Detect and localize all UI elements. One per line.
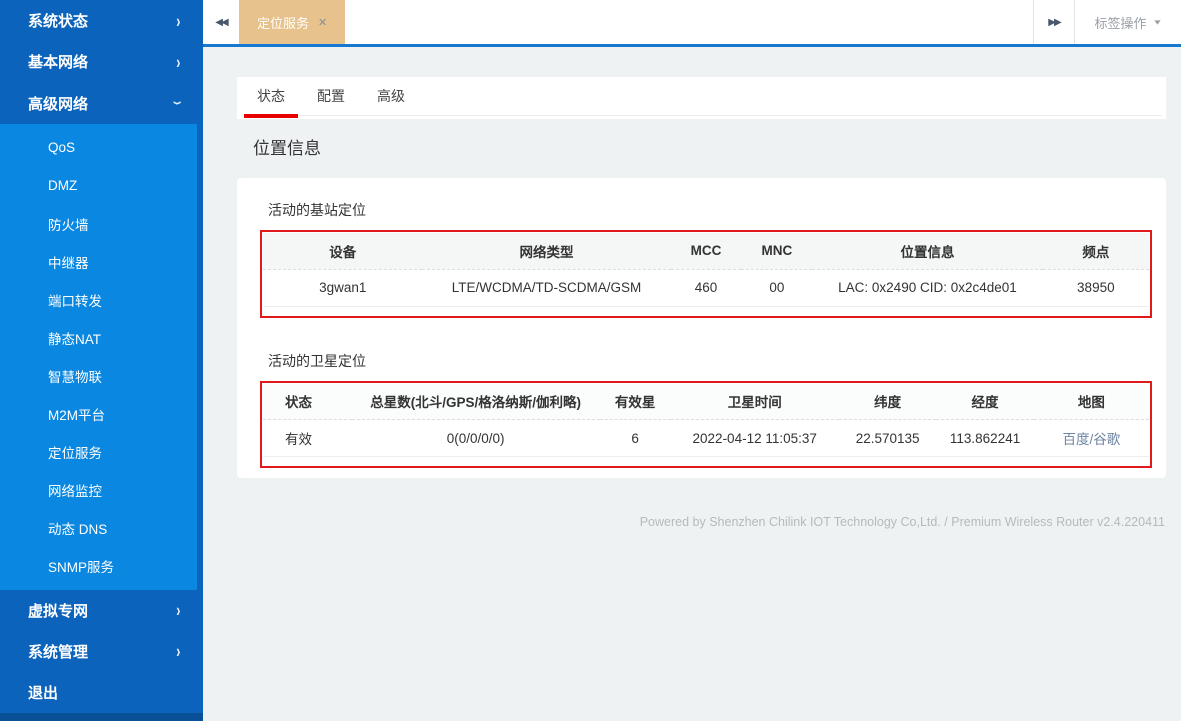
column-header-map: 地图	[1034, 384, 1149, 420]
location-info-card: 活动的基站定位 设备 网络类型 MCC	[237, 178, 1166, 478]
document-tabbar: ◀◀ 定位服务 ✕ ▶▶ 标签操作 ▼	[203, 0, 1181, 47]
sidebar-item-port-forwarding[interactable]: 端口转发	[0, 281, 197, 319]
cell-status: 有效	[263, 420, 352, 457]
sidebar-item-firewall[interactable]: 防火墙	[0, 205, 197, 243]
cell-location-info: LAC: 0x2490 CID: 0x2c4de01	[812, 269, 1042, 306]
page-title: 位置信息	[253, 134, 1166, 159]
sidebar-item-label: 基本网络	[28, 51, 88, 72]
column-header-mnc: MNC	[741, 233, 812, 269]
base-station-section-title: 活动的基站定位	[268, 200, 1152, 220]
sidebar-item-qos[interactable]: QoS	[0, 129, 197, 167]
main-area: ◀◀ 定位服务 ✕ ▶▶ 标签操作 ▼ 状态 配置 高	[203, 0, 1181, 721]
app-window: 系统状态 › 基本网络 › 高级网络 › QoS DMZ 防火墙 中继器 端口转…	[0, 0, 1181, 721]
advanced-network-submenu: QoS DMZ 防火墙 中继器 端口转发 静态NAT 智慧物联 M2M平台 定位…	[0, 124, 197, 590]
sidebar-item-label: 系统管理	[28, 641, 88, 662]
chevron-right-icon: ›	[177, 10, 181, 31]
sidebar-item-network-monitoring[interactable]: 网络监控	[0, 471, 197, 509]
satellite-data-row: 有效 0(0/0/0/0) 6 2022-04-12 11:05:37 22.5…	[263, 420, 1149, 457]
tag-operations-label: 标签操作	[1095, 13, 1147, 32]
sidebar-item-label: 虚拟专网	[28, 600, 88, 621]
tab-config[interactable]: 配置	[313, 77, 349, 115]
sidebar-item-system-management[interactable]: 系统管理 ›	[0, 631, 203, 672]
column-header-status: 状态	[263, 384, 352, 420]
cell-latitude: 22.570135	[839, 420, 936, 457]
sidebar-bottom-strip	[0, 713, 203, 721]
chevron-right-icon: ›	[177, 51, 181, 72]
column-header-total-satellites: 总星数(北斗/GPS/格洛纳斯/伽利略)	[352, 384, 600, 420]
cell-satellite-time: 2022-04-12 11:05:37	[671, 420, 839, 457]
powered-by-footer: Powered by Shenzhen Chilink IOT Technolo…	[237, 515, 1166, 529]
satellite-header-row: 状态 总星数(北斗/GPS/格洛纳斯/伽利略) 有效星 卫星时间 纬度 经度 地…	[263, 384, 1149, 420]
sidebar-item-vpn[interactable]: 虚拟专网 ›	[0, 590, 203, 631]
tab-status[interactable]: 状态	[253, 77, 289, 115]
sidebar-item-dynamic-dns[interactable]: 动态 DNS	[0, 509, 197, 547]
page-content: 状态 配置 高级 位置信息 活动的基站定位	[203, 47, 1181, 529]
column-header-mcc: MCC	[671, 233, 742, 269]
sidebar-item-logout[interactable]: 退出	[0, 672, 203, 713]
sidebar-item-repeater[interactable]: 中继器	[0, 243, 197, 281]
chevron-down-icon: ›	[168, 101, 189, 105]
sidebar-item-dmz[interactable]: DMZ	[0, 167, 197, 205]
double-chevron-right-icon: ▶▶	[1048, 17, 1059, 28]
close-icon[interactable]: ✕	[318, 16, 327, 29]
cell-valid-satellites: 6	[600, 420, 671, 457]
cell-mnc: 00	[741, 269, 812, 306]
base-station-section: 活动的基站定位 设备 网络类型 MCC	[260, 200, 1152, 318]
sidebar-item-basic-network[interactable]: 基本网络 ›	[0, 41, 203, 82]
base-station-annotation-box: 设备 网络类型 MCC MNC 位置信息 频点 3gwa	[260, 230, 1152, 318]
tab-advanced[interactable]: 高级	[373, 77, 409, 115]
doc-tab-location-service[interactable]: 定位服务 ✕	[239, 0, 345, 44]
sidebar-item-static-nat[interactable]: 静态NAT	[0, 319, 197, 357]
sidebar-item-smart-iot[interactable]: 智慧物联	[0, 357, 197, 395]
column-header-frequency: 频点	[1043, 233, 1149, 269]
base-station-header-row: 设备 网络类型 MCC MNC 位置信息 频点	[263, 233, 1149, 269]
doc-tab-label: 定位服务	[257, 13, 309, 32]
map-links-baidu-google[interactable]: 百度/谷歌	[1034, 420, 1149, 457]
column-header-network-type: 网络类型	[422, 233, 670, 269]
scroll-tabs-right-button[interactable]: ▶▶	[1034, 0, 1074, 44]
tag-operations-dropdown[interactable]: 标签操作 ▼	[1075, 0, 1181, 44]
satellite-table: 状态 总星数(北斗/GPS/格洛纳斯/伽利略) 有效星 卫星时间 纬度 经度 地…	[263, 384, 1149, 458]
cell-longitude: 113.862241	[936, 420, 1033, 457]
satellite-section: 活动的卫星定位 状态 总星数(北斗/GPS/格洛纳斯/伽利略)	[260, 351, 1152, 469]
column-header-location-info: 位置信息	[812, 233, 1042, 269]
view-tabs-strip: 状态 配置 高级	[237, 77, 1166, 119]
column-header-valid-satellites: 有效星	[600, 384, 671, 420]
sidebar-item-label: 退出	[28, 682, 58, 703]
cell-total-satellites: 0(0/0/0/0)	[352, 420, 600, 457]
base-station-table: 设备 网络类型 MCC MNC 位置信息 频点 3gwa	[263, 233, 1149, 307]
sidebar-item-system-status[interactable]: 系统状态 ›	[0, 0, 203, 41]
base-station-data-row: 3gwan1 LTE/WCDMA/TD-SCDMA/GSM 460 00 LAC…	[263, 269, 1149, 306]
scroll-tabs-left-button[interactable]: ◀◀	[203, 0, 239, 44]
sidebar-nav: 系统状态 › 基本网络 › 高级网络 › QoS DMZ 防火墙 中继器 端口转…	[0, 0, 203, 721]
sidebar-item-m2m-platform[interactable]: M2M平台	[0, 395, 197, 433]
sidebar-item-label: 高级网络	[28, 93, 88, 114]
column-header-latitude: 纬度	[839, 384, 936, 420]
cell-network-type: LTE/WCDMA/TD-SCDMA/GSM	[422, 269, 670, 306]
satellite-section-title: 活动的卫星定位	[268, 351, 1152, 371]
sidebar-item-snmp-service[interactable]: SNMP服务	[0, 547, 197, 585]
sidebar-item-location-service[interactable]: 定位服务	[0, 433, 197, 471]
chevron-right-icon: ›	[177, 600, 181, 621]
chevron-right-icon: ›	[177, 641, 181, 662]
column-header-satellite-time: 卫星时间	[671, 384, 839, 420]
tabbar-spacer	[345, 0, 1033, 44]
cell-mcc: 460	[671, 269, 742, 306]
double-chevron-left-icon: ◀◀	[215, 17, 226, 28]
caret-down-icon: ▼	[1152, 18, 1163, 26]
sidebar-item-label: 系统状态	[28, 10, 88, 31]
column-header-longitude: 经度	[936, 384, 1033, 420]
column-header-device: 设备	[263, 233, 422, 269]
cell-device: 3gwan1	[263, 269, 422, 306]
cell-frequency: 38950	[1043, 269, 1149, 306]
satellite-annotation-box: 状态 总星数(北斗/GPS/格洛纳斯/伽利略) 有效星 卫星时间 纬度 经度 地…	[260, 381, 1152, 469]
sidebar-item-advanced-network[interactable]: 高级网络 ›	[0, 82, 203, 123]
